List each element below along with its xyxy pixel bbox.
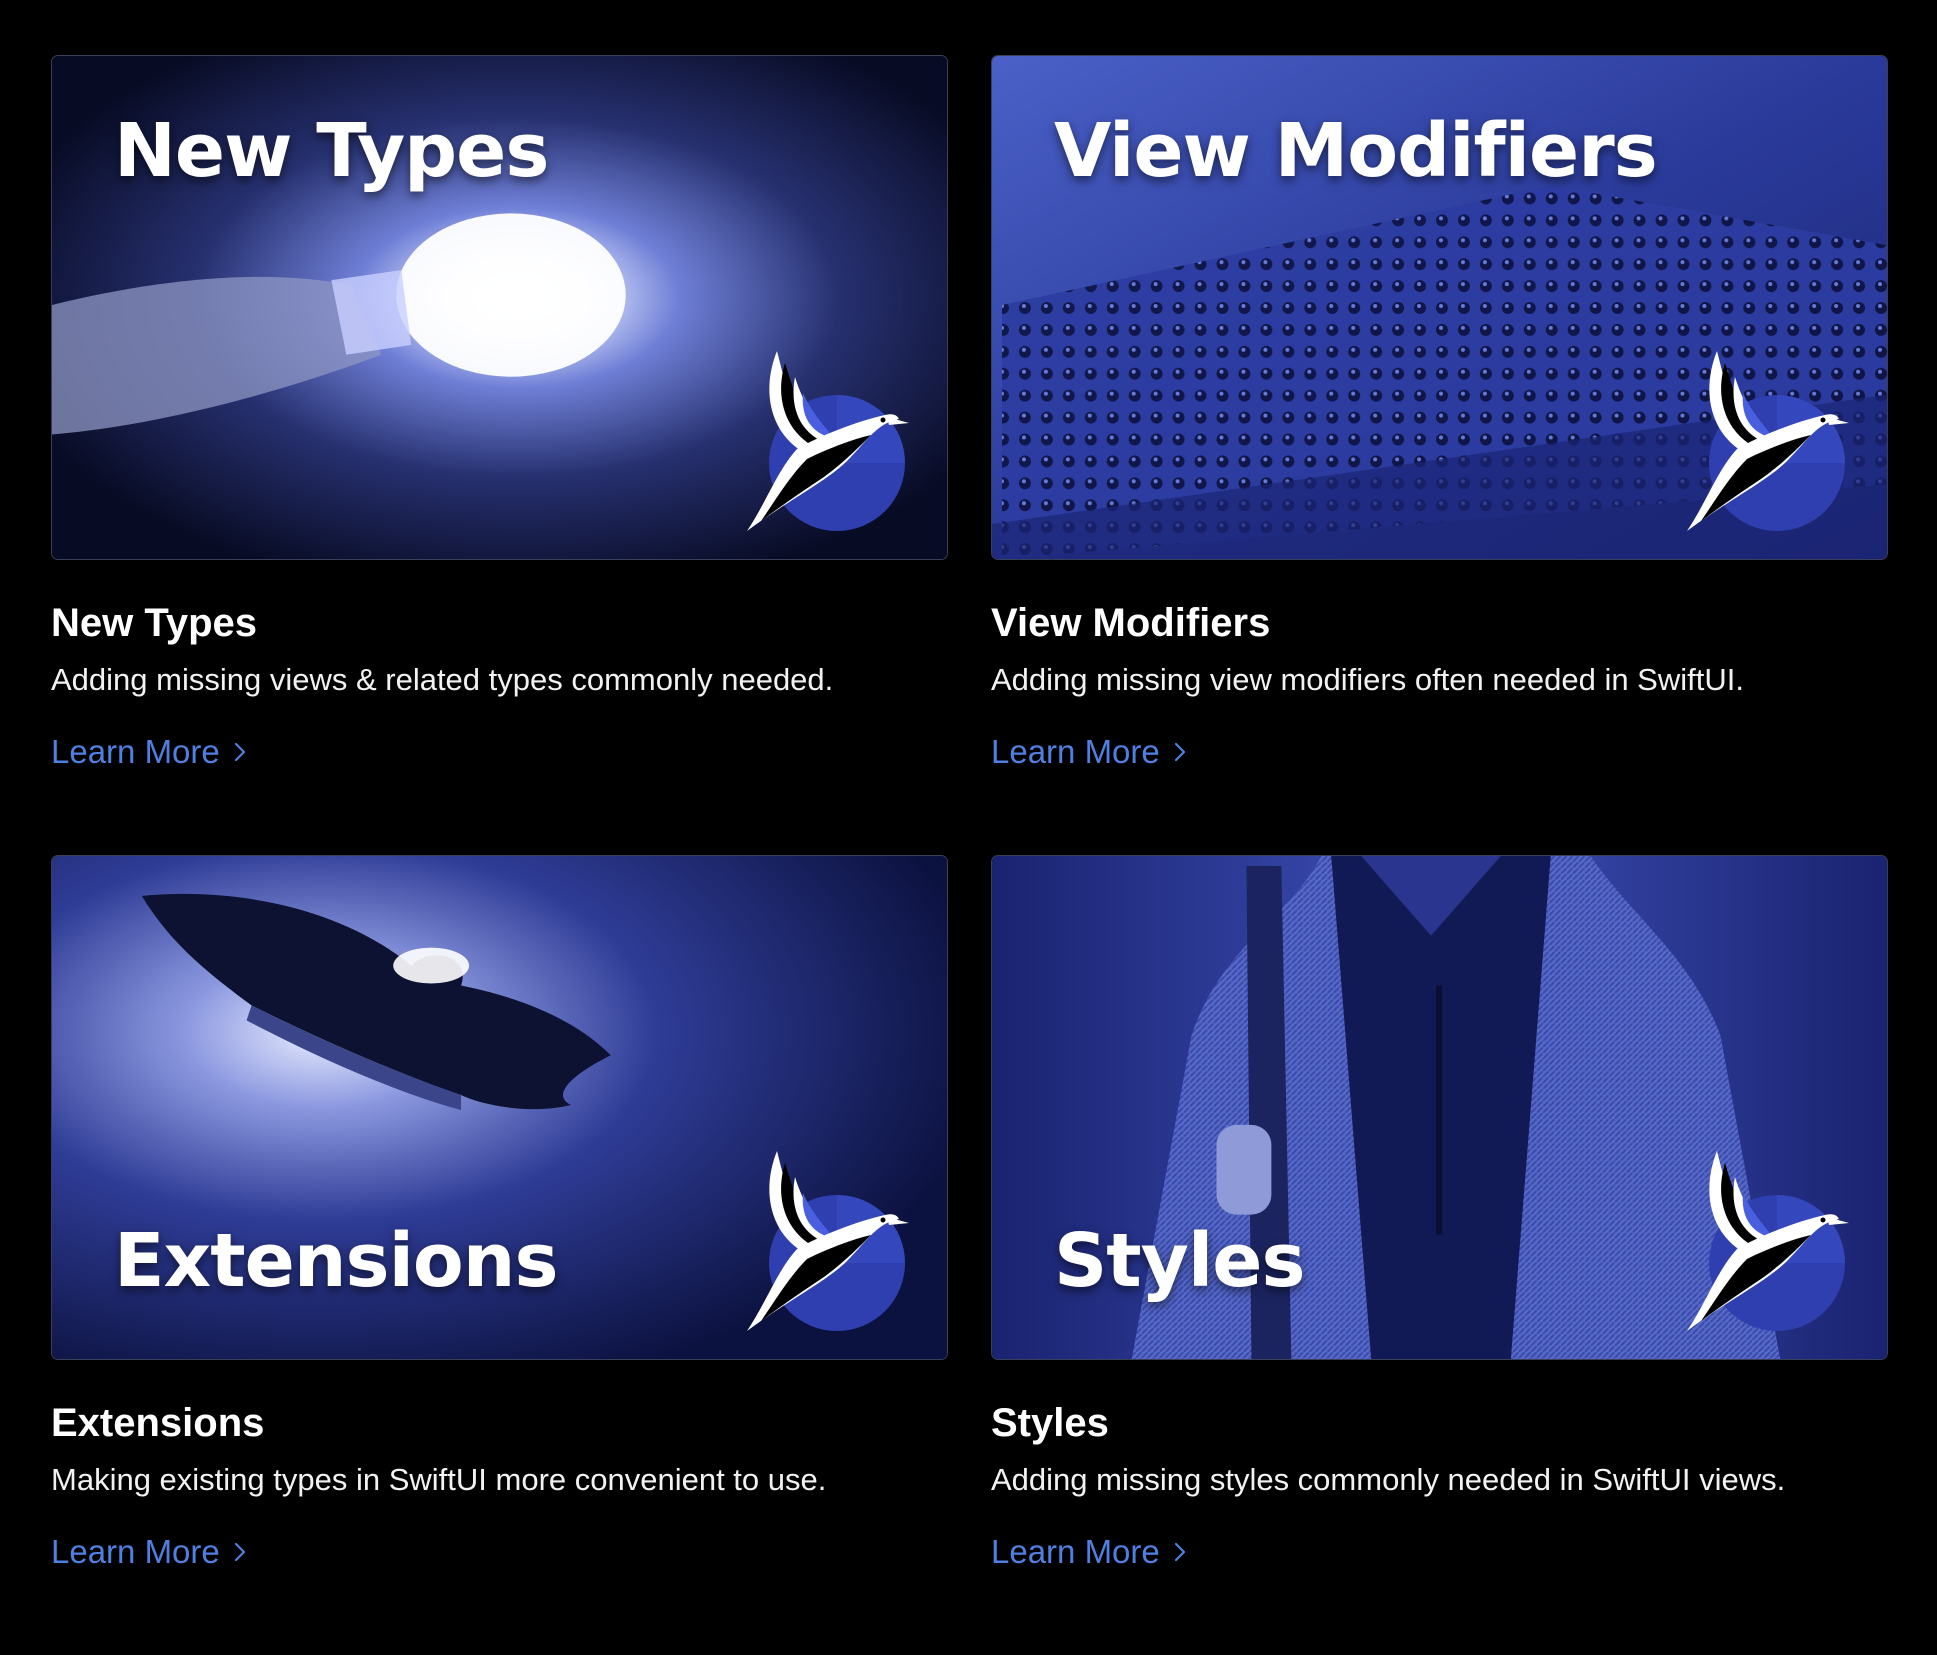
card-view-modifiers: View Modifiers View Modifiers Adding mis… <box>991 55 1888 855</box>
chevron-right-icon <box>1174 1542 1185 1562</box>
card-new-types: New Types New Types Adding missing views… <box>51 55 948 855</box>
learn-more-link[interactable]: Learn More <box>991 1532 1186 1572</box>
card-description: Adding missing view modifiers often need… <box>991 662 1744 697</box>
learn-more-label: Learn More <box>991 1533 1160 1570</box>
card-title: Styles <box>991 1401 1109 1445</box>
chevron-right-icon <box>1174 742 1185 762</box>
chevron-right-icon <box>234 742 245 762</box>
card-title: View Modifiers <box>991 601 1271 645</box>
card-title: Extensions <box>51 1401 265 1445</box>
card-image-styles[interactable]: Styles <box>991 855 1888 1360</box>
swift-bird-logo-icon <box>1677 1141 1857 1341</box>
card-styles: Styles Styles Adding missing styles comm… <box>991 855 1888 1655</box>
swift-bird-logo-icon <box>737 341 917 541</box>
learn-more-label: Learn More <box>51 733 220 770</box>
card-extensions: Extensions Extensions Making existing ty… <box>51 855 948 1655</box>
learn-more-link[interactable]: Learn More <box>51 1532 246 1572</box>
learn-more-label: Learn More <box>991 733 1160 770</box>
chevron-right-icon <box>234 1542 245 1562</box>
learn-more-link[interactable]: Learn More <box>51 732 246 772</box>
banner-title: Extensions <box>114 1218 559 1304</box>
card-image-view-modifiers[interactable]: View Modifiers <box>991 55 1888 560</box>
card-description: Adding missing views & related types com… <box>51 662 834 697</box>
swift-bird-logo-icon <box>1677 341 1857 541</box>
swift-bird-logo-icon <box>737 1141 917 1341</box>
learn-more-link[interactable]: Learn More <box>991 732 1186 772</box>
card-description: Making existing types in SwiftUI more co… <box>51 1462 827 1497</box>
features-grid: New Types New Types Adding missing views… <box>51 55 1888 1655</box>
learn-more-label: Learn More <box>51 1533 220 1570</box>
card-image-extensions[interactable]: Extensions <box>51 855 948 1360</box>
banner-title: Styles <box>1054 1218 1306 1304</box>
card-description: Adding missing styles commonly needed in… <box>991 1462 1786 1497</box>
banner-title: View Modifiers <box>1054 108 1658 194</box>
card-image-new-types[interactable]: New Types <box>51 55 948 560</box>
banner-title: New Types <box>114 108 549 194</box>
card-title: New Types <box>51 601 257 645</box>
